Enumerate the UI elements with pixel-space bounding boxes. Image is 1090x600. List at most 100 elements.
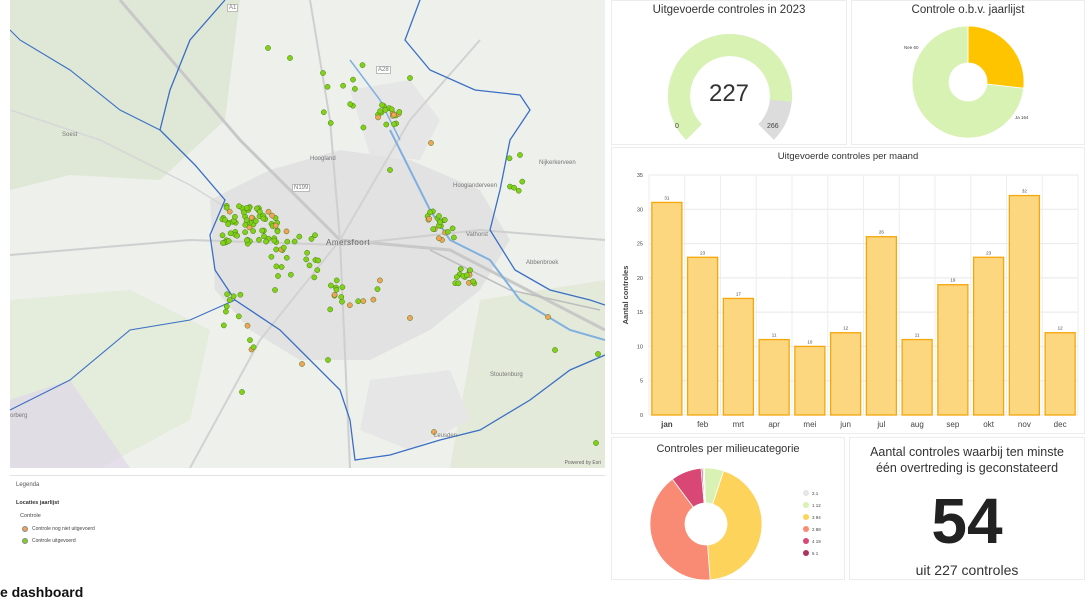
location-point[interactable] — [377, 108, 383, 114]
location-point[interactable] — [223, 303, 230, 310]
location-point[interactable] — [426, 215, 433, 222]
location-point[interactable] — [280, 244, 287, 251]
location-point[interactable] — [315, 257, 321, 264]
location-point[interactable] — [227, 230, 234, 237]
location-point[interactable] — [232, 213, 238, 220]
location-point[interactable] — [237, 291, 244, 298]
location-point[interactable] — [320, 109, 327, 116]
location-point[interactable] — [515, 187, 522, 194]
location-point[interactable] — [379, 102, 385, 108]
location-point[interactable] — [339, 298, 345, 305]
location-point[interactable] — [327, 306, 334, 313]
location-point[interactable] — [257, 208, 263, 215]
location-point[interactable] — [236, 203, 242, 210]
location-point[interactable] — [382, 107, 389, 113]
location-point[interactable] — [350, 76, 356, 83]
location-point[interactable] — [333, 286, 340, 293]
location-point[interactable] — [260, 215, 267, 222]
location-point[interactable] — [355, 298, 362, 305]
location-point[interactable] — [428, 140, 434, 146]
location-point[interactable] — [230, 293, 237, 300]
location-point[interactable] — [430, 226, 437, 232]
location-point[interactable] — [352, 86, 358, 92]
location-point[interactable] — [453, 274, 460, 280]
location-point[interactable] — [223, 308, 229, 315]
bar-feb[interactable] — [686, 256, 719, 416]
location-point[interactable] — [311, 274, 318, 281]
location-point[interactable] — [220, 240, 226, 246]
location-point[interactable] — [407, 315, 413, 321]
location-point[interactable] — [244, 237, 250, 244]
location-point[interactable] — [225, 238, 232, 244]
bar-apr[interactable] — [758, 338, 790, 416]
location-point[interactable] — [595, 351, 601, 357]
location-point[interactable] — [331, 291, 338, 298]
bar-nov[interactable] — [1008, 194, 1041, 416]
location-point[interactable] — [338, 294, 345, 300]
location-point[interactable] — [387, 167, 393, 173]
location-point[interactable] — [223, 204, 230, 211]
location-point[interactable] — [250, 344, 257, 351]
location-point[interactable] — [391, 121, 397, 128]
bar-okt[interactable] — [972, 256, 1005, 416]
bar-aug[interactable] — [901, 338, 933, 416]
location-point[interactable] — [388, 106, 395, 113]
location-point[interactable] — [436, 213, 442, 219]
location-point[interactable] — [291, 238, 298, 245]
location-point[interactable] — [391, 111, 397, 118]
location-point[interactable] — [273, 263, 280, 270]
bar-sep[interactable] — [937, 284, 969, 416]
location-point[interactable] — [370, 296, 377, 303]
location-point[interactable] — [250, 228, 256, 234]
location-point[interactable] — [360, 298, 367, 304]
location-point[interactable] — [261, 233, 267, 240]
location-point[interactable] — [449, 225, 456, 232]
location-point[interactable] — [437, 219, 443, 225]
location-point[interactable] — [265, 45, 271, 51]
location-point[interactable] — [375, 114, 381, 121]
location-point[interactable] — [275, 273, 281, 279]
jaarlijst-slice-0[interactable] — [967, 25, 1025, 89]
location-point[interactable] — [339, 284, 346, 291]
location-point[interactable] — [265, 208, 272, 215]
location-point[interactable] — [340, 82, 346, 89]
location-point[interactable] — [271, 237, 278, 244]
location-point[interactable] — [455, 280, 462, 287]
location-point[interactable] — [272, 222, 279, 229]
bar-dec[interactable] — [1044, 332, 1076, 416]
location-point[interactable] — [252, 218, 259, 224]
location-point[interactable] — [278, 264, 285, 270]
location-point[interactable] — [273, 246, 280, 253]
location-point[interactable] — [324, 83, 331, 90]
location-point[interactable] — [284, 238, 291, 245]
location-point[interactable] — [325, 357, 331, 363]
location-point[interactable] — [268, 253, 275, 260]
location-point[interactable] — [239, 389, 245, 395]
location-point[interactable] — [222, 216, 228, 223]
location-point[interactable] — [304, 249, 310, 256]
location-point[interactable] — [374, 286, 381, 292]
location-point[interactable] — [306, 262, 313, 269]
location-point[interactable] — [519, 178, 526, 185]
location-point[interactable] — [288, 271, 294, 278]
location-point[interactable] — [219, 232, 226, 239]
location-point[interactable] — [242, 222, 249, 228]
location-point[interactable] — [545, 314, 551, 320]
location-point[interactable] — [242, 229, 248, 236]
location-point[interactable] — [283, 254, 290, 261]
location-point[interactable] — [506, 155, 513, 162]
location-point[interactable] — [457, 266, 464, 272]
location-point[interactable] — [359, 62, 366, 68]
location-point[interactable] — [517, 152, 523, 158]
location-point[interactable] — [243, 217, 250, 223]
location-point[interactable] — [244, 322, 251, 329]
location-point[interactable] — [593, 440, 599, 446]
location-point[interactable] — [436, 235, 442, 242]
location-point[interactable] — [377, 277, 383, 284]
location-point[interactable] — [296, 233, 303, 240]
location-point[interactable] — [259, 227, 265, 234]
location-point[interactable] — [287, 55, 293, 61]
location-point[interactable] — [248, 214, 255, 221]
location-point[interactable] — [247, 337, 253, 343]
location-point[interactable] — [314, 267, 321, 273]
